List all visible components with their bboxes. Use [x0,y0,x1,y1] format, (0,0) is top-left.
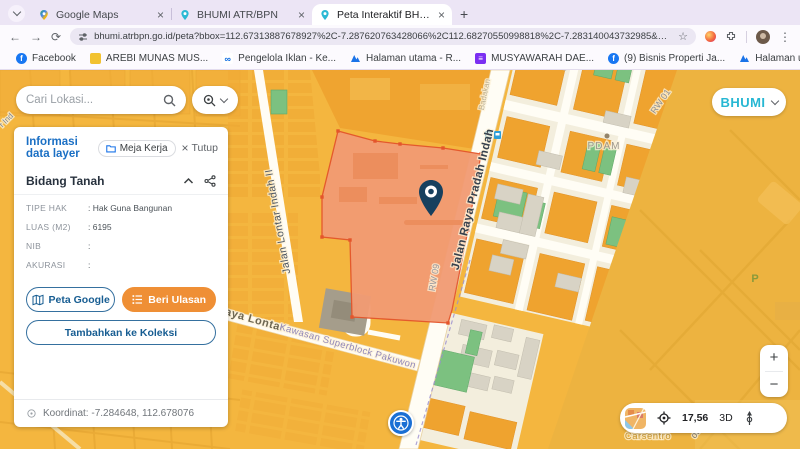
bookmarks-bar: fFacebook AREBI MUNAS MUS... ∞Pengelola … [0,48,800,70]
zoom-controls: + − [760,345,788,397]
parking-label: P [751,273,758,285]
parcel-fields: TIPE HAK: Hak Guna Bangunan LUAS (M2): 6… [14,195,228,281]
doc-icon: ≡ [475,53,486,64]
browser-window: Google Maps × BHUMI ATR/BPN × Peta Inter… [0,0,800,449]
toolbar: ← → ⟳ bhumi.atrbpn.go.id/peta?bbox=112.6… [0,25,800,48]
tab-bhumi[interactable]: BHUMI ATR/BPN × [172,4,312,25]
bhumi-logo: BHUMI [720,95,765,110]
tab-title: Peta Interaktif BHUMI ATR/BPN [337,9,432,21]
close-icon[interactable]: × [157,9,164,21]
basemap-switcher[interactable] [625,408,646,429]
bookmark-star-icon[interactable]: ☆ [678,30,688,43]
locate-icon[interactable] [657,411,671,425]
zoom-level[interactable]: 17,56 [682,412,708,424]
field-row: LUAS (M2): 6195 [26,222,216,232]
panel-header: Informasi data layer Meja Kerja × Tutup [14,127,228,167]
bookmark-bisnis-properti[interactable]: f(9) Bisnis Properti Ja... [602,53,731,64]
tambahkan-ke-koleksi-button[interactable]: Tambahkan ke Koleksi [26,320,216,345]
accessibility-button[interactable] [388,410,414,436]
peta-google-button[interactable]: Peta Google [26,287,115,312]
forward-button[interactable]: → [30,30,42,44]
poi-label: PDAM [588,141,621,152]
bhumi-icon [319,9,331,21]
mountain-icon [739,53,750,64]
bhumi-logo-menu[interactable]: BHUMI [712,88,786,116]
address-bar[interactable]: bhumi.atrbpn.go.id/peta?bbox=112.6731388… [70,28,696,45]
bookmark-musyawarah[interactable]: ≡MUSYAWARAH DAE... [469,53,600,64]
green-building [271,90,287,114]
site-icon [90,53,101,64]
mustard-block [775,302,800,320]
search-icon[interactable] [163,94,176,107]
search-input[interactable] [26,94,157,106]
meja-kerja-button[interactable]: Meja Kerja [98,140,176,157]
extension-icon[interactable] [705,31,716,42]
map-content: Jalan Lontar Indah II Jalan Raya Pradah … [0,70,800,449]
zoom-search-icon [203,94,216,107]
chevron-down-icon [220,94,228,102]
menu-button[interactable]: ⋮ [779,30,791,44]
facebook-icon: f [16,53,27,64]
advanced-search-button[interactable] [192,86,238,114]
field-row: TIPE HAK: Hak Guna Bangunan [26,203,216,213]
crosshair-icon [26,408,37,419]
toolbar-separator [746,31,747,43]
url-text: bhumi.atrbpn.go.id/peta?bbox=112.6731388… [94,31,672,42]
compass-icon[interactable] [744,411,755,426]
tutup-button[interactable]: × Tutup [182,141,218,155]
section-title: Bidang Tanah [26,174,183,188]
map-icon [32,294,44,306]
search-bar[interactable] [16,86,186,114]
new-tab-button[interactable]: + [460,6,468,22]
tab-title: BHUMI ATR/BPN [197,9,292,21]
close-icon: × [182,141,189,155]
beri-ulasan-button[interactable]: Beri Ulasan [122,287,216,312]
tab-title: Google Maps [56,9,151,21]
bookmark-facebook[interactable]: fFacebook [10,53,82,64]
site-settings-icon[interactable] [78,32,88,42]
field-row: NIB: [26,241,216,251]
field-row: AKURASI: [26,260,216,270]
tab-search-button[interactable] [8,5,25,22]
chevron-up-icon[interactable] [183,177,194,185]
google-maps-icon [38,9,50,21]
tab-peta-interaktif-active[interactable]: Peta Interaktif BHUMI ATR/BPN × [312,4,452,25]
zoom-in-button[interactable]: + [760,345,788,371]
zoom-out-button[interactable]: − [760,372,788,398]
chevron-down-icon [770,96,778,104]
bhumi-icon [179,9,191,21]
tab-google-maps[interactable]: Google Maps × [31,4,171,25]
bidang-tanah-section: Bidang Tanah [14,167,228,195]
close-icon[interactable]: × [438,9,445,21]
facebook-icon: f [608,53,619,64]
folder-icon [106,144,116,153]
meta-icon: ∞ [222,53,233,64]
bookmark-halaman-utama-2[interactable]: Halaman utama - R... [733,53,800,64]
reload-button[interactable]: ⟳ [51,30,61,44]
profile-avatar[interactable] [756,30,770,44]
block-detail [350,78,390,100]
share-icon[interactable] [204,175,216,187]
accessibility-person-icon [393,415,409,431]
pdam-marker [605,134,610,139]
block-detail [420,84,470,110]
chevron-down-icon [12,8,20,16]
panel-title: Informasi data layer [26,136,92,160]
map-control-bar: 17,56 3D [620,403,787,433]
review-list-icon [132,294,143,305]
coordinate-readout: Koordinat: -7.284648, 112.678076 [14,399,228,427]
tab-bar: Google Maps × BHUMI ATR/BPN × Peta Inter… [0,0,800,25]
bookmark-pengelola-iklan[interactable]: ∞Pengelola Iklan - Ke... [216,53,342,64]
bookmark-arebi[interactable]: AREBI MUNAS MUS... [84,53,214,64]
close-icon[interactable]: × [298,9,305,21]
extensions-puzzle-icon[interactable] [725,31,737,43]
3d-mode-button[interactable]: 3D [719,412,732,424]
bookmark-halaman-utama[interactable]: Halaman utama - R... [344,53,467,64]
mountain-icon [350,53,361,64]
back-button[interactable]: ← [9,30,21,44]
info-panel: Informasi data layer Meja Kerja × Tutup … [14,127,228,427]
